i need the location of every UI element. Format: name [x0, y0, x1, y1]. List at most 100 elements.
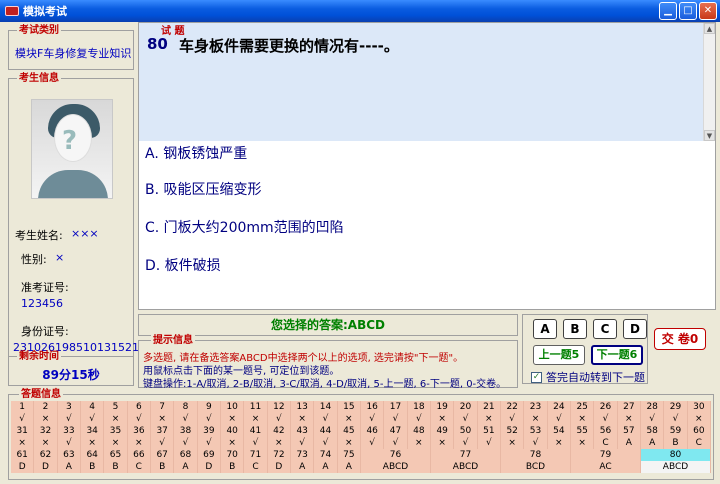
answer-cell[interactable]: × [501, 437, 525, 449]
question-number-cell[interactable]: 9 [197, 401, 221, 413]
question-number-cell[interactable]: 60 [687, 425, 711, 437]
choice-d-button[interactable]: D [623, 319, 647, 339]
option-b[interactable]: B. 吸能区压缩变形 [145, 179, 262, 199]
answer-cell[interactable]: D [267, 461, 291, 473]
scroll-up-icon[interactable]: ▲ [704, 23, 715, 34]
question-number-cell[interactable]: 78 [501, 449, 571, 461]
question-number-cell[interactable]: 75 [337, 449, 361, 461]
question-number-cell[interactable]: 50 [454, 425, 478, 437]
answer-cell[interactable]: √ [664, 413, 688, 425]
question-number-cell[interactable]: 15 [337, 401, 361, 413]
answer-cell[interactable]: A [641, 437, 665, 449]
question-number-cell[interactable]: 20 [454, 401, 478, 413]
question-number-cell[interactable]: 67 [151, 449, 175, 461]
answer-cell[interactable]: C [594, 437, 618, 449]
answer-cell[interactable]: A [617, 437, 641, 449]
answer-cell[interactable]: √ [81, 413, 105, 425]
answer-cell[interactable]: × [221, 413, 245, 425]
answer-cell[interactable]: √ [57, 413, 81, 425]
choice-b-button[interactable]: B [563, 319, 587, 339]
question-number-cell[interactable]: 16 [361, 401, 385, 413]
answer-cell[interactable]: √ [174, 413, 198, 425]
question-number-cell[interactable]: 57 [617, 425, 641, 437]
question-number-cell[interactable]: 14 [314, 401, 338, 413]
answer-cell[interactable]: A [57, 461, 81, 473]
answer-cell[interactable]: √ [524, 437, 548, 449]
question-number-cell[interactable]: 63 [57, 449, 81, 461]
question-number-cell[interactable]: 28 [641, 401, 665, 413]
answer-cell[interactable]: √ [314, 437, 338, 449]
answer-cell[interactable]: × [524, 413, 548, 425]
question-scrollbar[interactable]: ▲ ▼ [703, 23, 715, 141]
question-number-cell[interactable]: 59 [664, 425, 688, 437]
answer-cell[interactable]: × [571, 437, 595, 449]
option-a[interactable]: A. 钢板锈蚀严重 [145, 143, 247, 163]
answer-cell[interactable]: B [221, 461, 245, 473]
answer-cell[interactable]: C [687, 437, 711, 449]
answer-cell[interactable]: √ [197, 437, 221, 449]
answer-cell[interactable]: BCD [501, 461, 571, 473]
question-number-cell[interactable]: 49 [431, 425, 455, 437]
answer-cell[interactable]: √ [361, 413, 385, 425]
question-number-cell[interactable]: 2 [34, 401, 58, 413]
question-number-cell[interactable]: 53 [524, 425, 548, 437]
answer-cell[interactable]: B [81, 461, 105, 473]
answer-cell[interactable]: × [571, 413, 595, 425]
answer-cell[interactable]: × [104, 437, 128, 449]
question-number-cell[interactable]: 18 [407, 401, 431, 413]
question-number-cell[interactable]: 33 [57, 425, 81, 437]
answer-cell[interactable]: D [34, 461, 58, 473]
question-number-cell[interactable]: 19 [431, 401, 455, 413]
answer-cell[interactable]: √ [174, 437, 198, 449]
answer-cell[interactable]: ABCD [431, 461, 501, 473]
answer-cell[interactable]: × [34, 437, 58, 449]
answer-cell[interactable]: × [151, 413, 175, 425]
question-number-cell[interactable]: 34 [81, 425, 105, 437]
choice-a-button[interactable]: A [533, 319, 557, 339]
answer-cell[interactable]: √ [11, 413, 35, 425]
answer-cell[interactable]: × [11, 437, 35, 449]
question-number-cell[interactable]: 13 [291, 401, 315, 413]
answer-cell[interactable]: A [174, 461, 198, 473]
answer-cell[interactable]: × [431, 437, 455, 449]
question-number-cell[interactable]: 55 [571, 425, 595, 437]
answer-cell[interactable]: √ [384, 437, 408, 449]
close-button[interactable]: ✕ [699, 2, 717, 20]
answer-cell[interactable]: C [244, 461, 268, 473]
question-number-cell[interactable]: 45 [337, 425, 361, 437]
next-question-button[interactable]: 下一题6 [591, 345, 643, 365]
question-number-cell[interactable]: 30 [687, 401, 711, 413]
question-number-cell[interactable]: 35 [104, 425, 128, 437]
question-number-cell[interactable]: 8 [174, 401, 198, 413]
answer-cell[interactable]: √ [197, 413, 221, 425]
question-number-cell[interactable]: 42 [267, 425, 291, 437]
question-number-cell[interactable]: 11 [244, 401, 268, 413]
checkbox-checked-icon[interactable]: ✓ [531, 371, 542, 383]
question-number-cell[interactable]: 71 [244, 449, 268, 461]
answer-cell[interactable]: × [337, 437, 361, 449]
question-number-cell[interactable]: 29 [664, 401, 688, 413]
question-number-cell[interactable]: 70 [221, 449, 245, 461]
answer-cell[interactable]: B [104, 461, 128, 473]
answer-cell[interactable]: × [104, 413, 128, 425]
answer-cell[interactable]: × [431, 413, 455, 425]
answer-cell[interactable]: √ [244, 437, 268, 449]
question-number-cell[interactable]: 46 [361, 425, 385, 437]
question-number-cell[interactable]: 77 [431, 449, 501, 461]
question-number-cell[interactable]: 22 [501, 401, 525, 413]
question-number-cell[interactable]: 80 [641, 449, 711, 461]
question-number-cell[interactable]: 39 [197, 425, 221, 437]
question-number-cell[interactable]: 21 [477, 401, 501, 413]
question-number-cell[interactable]: 31 [11, 425, 35, 437]
prev-question-button[interactable]: 上一题5 [533, 345, 585, 365]
question-number-cell[interactable]: 44 [314, 425, 338, 437]
answer-cell[interactable]: × [244, 413, 268, 425]
answer-cell[interactable]: × [81, 437, 105, 449]
answer-cell[interactable]: √ [361, 437, 385, 449]
auto-next-option[interactable]: ✓ 答完自动转到下一题 [531, 369, 645, 385]
answer-cell[interactable]: D [11, 461, 35, 473]
answer-cell[interactable]: × [477, 413, 501, 425]
answer-cell[interactable]: × [547, 437, 571, 449]
question-number-cell[interactable]: 61 [11, 449, 35, 461]
answer-cell[interactable]: × [407, 437, 431, 449]
